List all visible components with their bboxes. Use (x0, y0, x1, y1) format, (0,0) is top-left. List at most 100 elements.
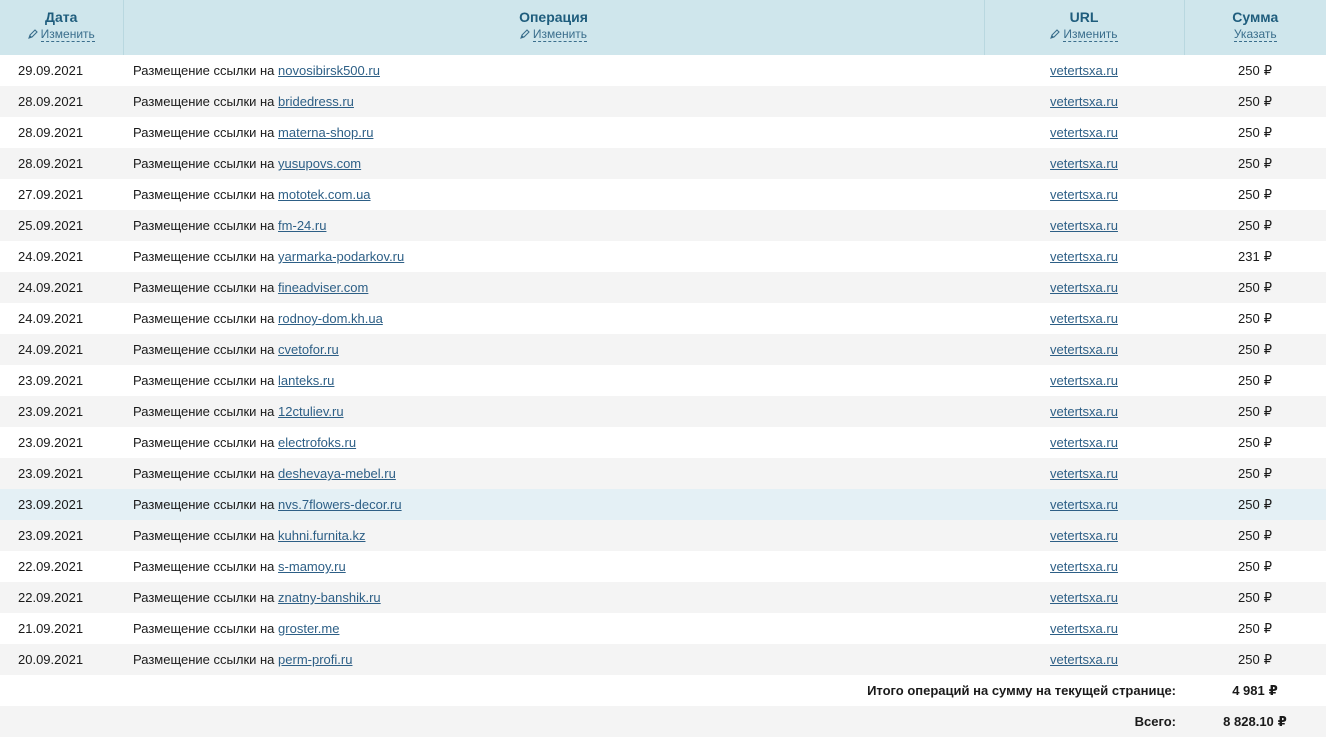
row-amount: 250 ₽ (1184, 148, 1326, 179)
row-operation: Размещение ссылки на deshevaya-mebel.ru (123, 458, 984, 489)
table-row: 23.09.2021 Размещение ссылки на 12ctuliev… (0, 396, 1326, 427)
placed-site-link[interactable]: znatny-banshik.ru (278, 590, 381, 605)
row-amount: 250 ₽ (1184, 458, 1326, 489)
table-row: 23.09.2021 Размещение ссылки на lanteks.r… (0, 365, 1326, 396)
ruble-icon: ₽ (1263, 186, 1272, 202)
row-amount: 250 ₽ (1184, 644, 1326, 675)
ruble-icon: ₽ (1263, 217, 1272, 233)
row-date: 29.09.2021 (18, 63, 84, 78)
target-url-link[interactable]: vetertsxa.ru (1050, 311, 1118, 326)
placed-site-link[interactable]: novosibirsk500.ru (278, 63, 380, 78)
row-amount: 250 ₽ (1184, 303, 1326, 334)
placed-site-link[interactable]: 12ctuliev.ru (278, 404, 344, 419)
table-row: 21.09.2021 Размещение ссылки на groster.m… (0, 613, 1326, 644)
pencil-icon (520, 29, 530, 39)
amount-value: 250 (1238, 527, 1260, 543)
row-operation: Размещение ссылки на mototek.com.ua (123, 179, 984, 210)
target-url-link[interactable]: vetertsxa.ru (1050, 218, 1118, 233)
ruble-icon: ₽ (1263, 651, 1272, 667)
table-row: 25.09.2021 Размещение ссылки на fm-24.ru v… (0, 210, 1326, 241)
placed-site-link[interactable]: deshevaya-mebel.ru (278, 466, 396, 481)
ruble-icon: ₽ (1263, 93, 1272, 109)
target-url-link[interactable]: vetertsxa.ru (1050, 63, 1118, 78)
row-amount: 250 ₽ (1184, 520, 1326, 551)
row-date: 21.09.2021 (18, 621, 84, 636)
row-url: vetertsxa.ru (984, 210, 1184, 241)
row-operation: Размещение ссылки на nvs.7flowers-decor.… (123, 489, 984, 520)
placed-site-link[interactable]: groster.me (278, 621, 339, 636)
row-operation: Размещение ссылки на rodnoy-dom.kh.ua (123, 303, 984, 334)
amount-value: 250 (1238, 496, 1260, 512)
row-url: vetertsxa.ru (984, 613, 1184, 644)
row-url: vetertsxa.ru (984, 303, 1184, 334)
placed-site-link[interactable]: fm-24.ru (278, 218, 326, 233)
operations-table: Дата Изменить Операция Изменить URL Изме… (0, 0, 1326, 737)
target-url-link[interactable]: vetertsxa.ru (1050, 249, 1118, 264)
row-date: 20.09.2021 (18, 652, 84, 667)
operation-prefix: Размещение ссылки на (133, 280, 275, 295)
target-url-link[interactable]: vetertsxa.ru (1050, 373, 1118, 388)
column-title-operation: Операция (519, 9, 588, 25)
row-date: 24.09.2021 (18, 280, 84, 295)
table-row: 23.09.2021 Размещение ссылки на nvs.7flow… (0, 489, 1326, 520)
row-amount: 250 ₽ (1184, 489, 1326, 520)
target-url-link[interactable]: vetertsxa.ru (1050, 652, 1118, 667)
page-total-value: 4 981 ₽ (1232, 682, 1278, 698)
placed-site-link[interactable]: s-mamoy.ru (278, 559, 346, 574)
row-url: vetertsxa.ru (984, 520, 1184, 551)
placed-site-link[interactable]: electrofoks.ru (278, 435, 356, 450)
table-header: Дата Изменить Операция Изменить URL Изме… (0, 0, 1326, 55)
row-url: vetertsxa.ru (984, 241, 1184, 272)
placed-site-link[interactable]: yusupovs.com (278, 156, 361, 171)
placed-site-link[interactable]: perm-profi.ru (278, 652, 352, 667)
amount-value: 250 (1238, 620, 1260, 636)
placed-site-link[interactable]: kuhni.furnita.kz (278, 528, 365, 543)
target-url-link[interactable]: vetertsxa.ru (1050, 187, 1118, 202)
placed-site-link[interactable]: materna-shop.ru (278, 125, 373, 140)
table-row: 28.09.2021 Размещение ссылки на yusupovs.… (0, 148, 1326, 179)
row-amount: 250 ₽ (1184, 272, 1326, 303)
target-url-link[interactable]: vetertsxa.ru (1050, 590, 1118, 605)
placed-site-link[interactable]: nvs.7flowers-decor.ru (278, 497, 402, 512)
target-url-link[interactable]: vetertsxa.ru (1050, 125, 1118, 140)
row-amount: 250 ₽ (1184, 179, 1326, 210)
row-date: 22.09.2021 (18, 559, 84, 574)
placed-site-link[interactable]: rodnoy-dom.kh.ua (278, 311, 383, 326)
placed-site-link[interactable]: yarmarka-podarkov.ru (278, 249, 404, 264)
pencil-icon (27, 29, 38, 39)
target-url-link[interactable]: vetertsxa.ru (1050, 559, 1118, 574)
amount-value: 250 (1238, 279, 1260, 295)
target-url-link[interactable]: vetertsxa.ru (1050, 466, 1118, 481)
target-url-link[interactable]: vetertsxa.ru (1050, 621, 1118, 636)
row-amount: 250 ₽ (1184, 582, 1326, 613)
target-url-link[interactable]: vetertsxa.ru (1050, 528, 1118, 543)
ruble-icon: ₽ (1263, 589, 1272, 605)
change-operation-link[interactable]: Изменить (532, 28, 588, 42)
operation-prefix: Размещение ссылки на (133, 590, 275, 605)
ruble-icon: ₽ (1263, 155, 1272, 171)
placed-site-link[interactable]: cvetofor.ru (278, 342, 339, 357)
target-url-link[interactable]: vetertsxa.ru (1050, 404, 1118, 419)
target-url-link[interactable]: vetertsxa.ru (1050, 342, 1118, 357)
operation-prefix: Размещение ссылки на (133, 187, 275, 202)
target-url-link[interactable]: vetertsxa.ru (1050, 156, 1118, 171)
column-header-operation: Операция Изменить (123, 0, 985, 55)
page-total-row: Итого операций на сумму на текущей стран… (0, 675, 1326, 706)
row-operation: Размещение ссылки на kuhni.furnita.kz (123, 520, 984, 551)
placed-site-link[interactable]: fineadviser.com (278, 280, 368, 295)
change-url-link[interactable]: Изменить (1063, 28, 1118, 42)
row-date: 24.09.2021 (18, 249, 84, 264)
target-url-link[interactable]: vetertsxa.ru (1050, 435, 1118, 450)
placed-site-link[interactable]: lanteks.ru (278, 373, 334, 388)
operation-prefix: Размещение ссылки на (133, 652, 275, 667)
specify-sum-link[interactable]: Указать (1233, 28, 1277, 42)
target-url-link[interactable]: vetertsxa.ru (1050, 94, 1118, 109)
target-url-link[interactable]: vetertsxa.ru (1050, 497, 1118, 512)
change-date-link[interactable]: Изменить (40, 28, 95, 42)
column-header-sum: Сумма Указать (1184, 0, 1326, 55)
row-date: 28.09.2021 (18, 125, 84, 140)
placed-site-link[interactable]: mototek.com.ua (278, 187, 371, 202)
placed-site-link[interactable]: bridedress.ru (278, 94, 354, 109)
amount-value: 250 (1238, 403, 1260, 419)
target-url-link[interactable]: vetertsxa.ru (1050, 280, 1118, 295)
